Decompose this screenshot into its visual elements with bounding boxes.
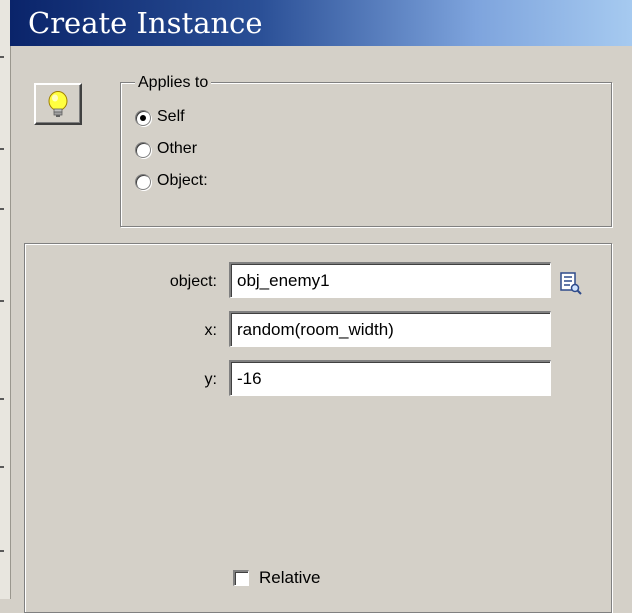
title-bar[interactable]: Create Instance	[10, 0, 632, 46]
object-label: object:	[169, 273, 217, 290]
x-field[interactable]: random(room_width)	[229, 311, 551, 347]
radio-button[interactable]	[135, 142, 151, 158]
object-browse-icon[interactable]	[559, 271, 583, 300]
arguments-panel	[24, 243, 612, 613]
window-left-edge	[0, 0, 11, 599]
relative-label: Relative	[259, 568, 321, 587]
radio-label: Self	[157, 108, 185, 125]
y-label: y:	[204, 371, 217, 388]
radio-label: Object:	[157, 172, 208, 189]
radio-button[interactable]	[135, 110, 151, 126]
y-field[interactable]: -16	[229, 360, 551, 396]
radio-selected-dot	[140, 115, 146, 121]
radio-button[interactable]	[135, 174, 151, 190]
applies-to-legend: Applies to	[135, 74, 212, 92]
window-title: Create Instance	[28, 6, 263, 40]
x-label: x:	[204, 322, 217, 339]
radio-label: Other	[157, 140, 198, 157]
lightbulb-icon	[34, 83, 82, 125]
object-field[interactable]: obj_enemy1	[229, 262, 551, 298]
relative-checkbox[interactable]	[233, 570, 249, 586]
